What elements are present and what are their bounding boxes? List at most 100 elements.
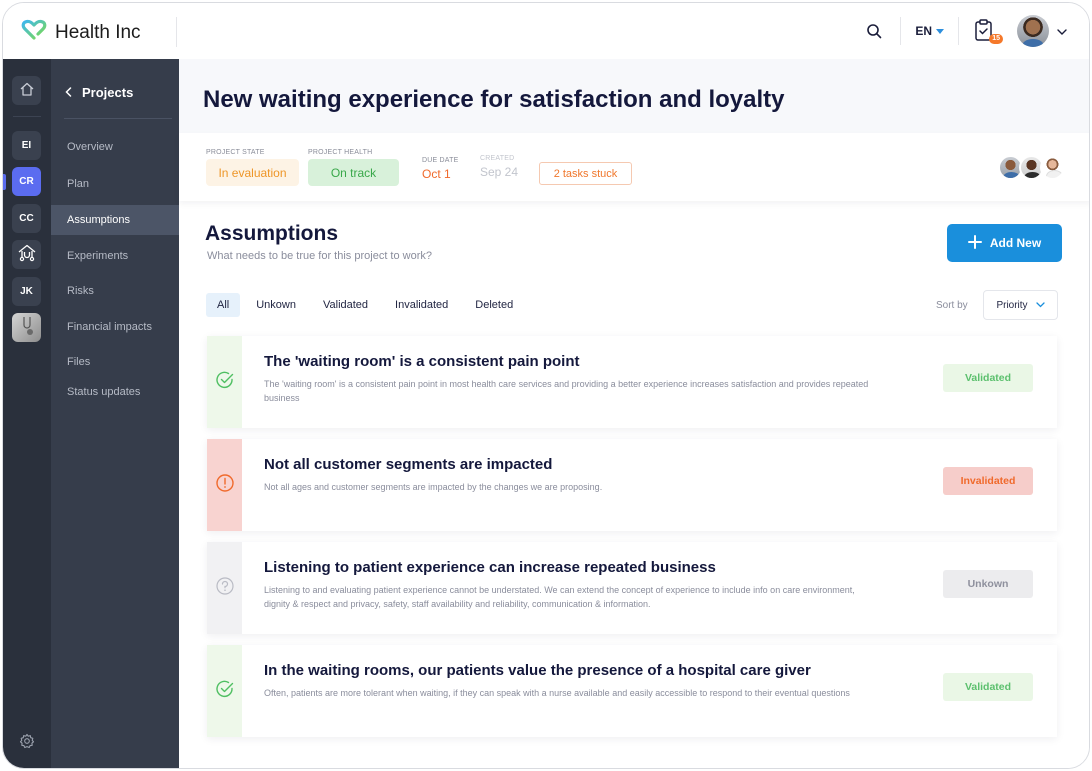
nav-item-experiments[interactable]: Experiments (51, 241, 179, 271)
card-body: In the waiting rooms, our patients value… (242, 645, 882, 737)
status-strip (207, 336, 242, 428)
workspace-label: CC (19, 213, 34, 224)
workspace-photo[interactable] (12, 313, 41, 342)
sort-label: Sort by (936, 300, 968, 311)
assumption-card[interactable]: In the waiting rooms, our patients value… (207, 645, 1057, 737)
tab-unknown[interactable]: Unkown (245, 293, 307, 317)
avatar (1040, 155, 1065, 180)
top-bar: Health Inc EN 15 (3, 3, 1089, 59)
tab-validated[interactable]: Validated (312, 293, 379, 317)
project-health-label: PROJECT HEALTH (308, 149, 373, 156)
divider (900, 17, 902, 45)
workspace-jk[interactable]: JK (12, 277, 41, 306)
card-body: Not all customer segments are impacted N… (242, 439, 882, 531)
assumption-card[interactable]: Listening to patient experience can incr… (207, 542, 1057, 634)
user-avatar[interactable] (1017, 15, 1049, 47)
assumption-card[interactable]: Not all customer segments are impacted N… (207, 439, 1057, 531)
language-selector[interactable]: EN (915, 24, 944, 38)
chevron-down-icon[interactable] (1057, 22, 1067, 40)
house-stethoscope-icon (17, 243, 37, 266)
due-date-value: Oct 1 (422, 167, 451, 181)
status-strip (207, 439, 242, 531)
top-right-controls: EN 15 (862, 15, 1067, 47)
team-avatars[interactable] (998, 155, 1065, 180)
project-state-label: PROJECT STATE (206, 149, 265, 156)
card-description: The 'waiting room' is a consistent pain … (264, 379, 869, 403)
project-state-badge[interactable]: In evaluation (206, 159, 299, 186)
brand-name: Health Inc (55, 21, 141, 43)
alert-circle-icon (215, 473, 235, 498)
sort-select[interactable]: Priority (983, 290, 1058, 320)
project-nav: Projects Overview Plan Assumptions Exper… (51, 59, 179, 768)
nav-item-plan[interactable]: Plan (51, 169, 179, 199)
workspace-cc[interactable]: CC (12, 204, 41, 233)
tasks-count-badge: 15 (989, 34, 1003, 44)
project-meta: PROJECT STATE In evaluation PROJECT HEAL… (179, 133, 1089, 201)
tab-all[interactable]: All (206, 293, 241, 317)
active-indicator (3, 174, 6, 190)
card-body: Listening to patient experience can incr… (242, 542, 882, 634)
card-description: Often, patients are more tolerant when w… (264, 688, 850, 698)
plus-icon (967, 234, 982, 252)
created-label: CREATED (480, 155, 515, 162)
nav-item-financial-impacts[interactable]: Financial impacts (51, 312, 179, 342)
nav-item-assumptions[interactable]: Assumptions (51, 205, 179, 235)
workspace-label: JK (20, 286, 33, 297)
page-title: New waiting experience for satisfaction … (203, 86, 785, 113)
card-description: Listening to and evaluating patient expe… (264, 585, 855, 609)
chevron-down-icon (1035, 300, 1045, 311)
tasks-button[interactable]: 15 (973, 18, 1003, 44)
status-badge[interactable]: Validated (943, 673, 1033, 701)
tasks-stuck-badge[interactable]: 2 tasks stuck (539, 162, 632, 185)
tab-deleted[interactable]: Deleted (464, 293, 524, 317)
main-content: New waiting experience for satisfaction … (179, 59, 1089, 768)
nav-item-status-updates[interactable]: Status updates (51, 377, 179, 407)
filter-tabs: All Unkown Validated Invalidated Deleted (206, 293, 529, 317)
title-band: New waiting experience for satisfaction … (179, 59, 1089, 133)
nav-item-files[interactable]: Files (51, 347, 179, 377)
check-circle-icon (215, 370, 235, 395)
projects-label: Projects (82, 85, 134, 100)
project-health-badge[interactable]: On track (308, 159, 399, 186)
assumption-card[interactable]: The 'waiting room' is a consistent pain … (207, 336, 1057, 428)
app-window: Health Inc EN 15 EI CR CC JK Projects Ov… (2, 2, 1090, 769)
tab-invalidated[interactable]: Invalidated (384, 293, 459, 317)
sort-value: Priority (996, 299, 1028, 311)
question-circle-icon (215, 576, 235, 601)
workspace-cr[interactable]: CR (12, 167, 41, 196)
brand[interactable]: Health Inc (21, 19, 141, 46)
card-body: The 'waiting room' is a consistent pain … (242, 336, 882, 428)
card-title: The 'waiting room' is a consistent pain … (264, 353, 580, 370)
workspace-ei[interactable]: EI (12, 131, 41, 160)
heart-icon (21, 19, 47, 46)
divider (176, 17, 177, 47)
search-icon[interactable] (862, 19, 886, 43)
card-title: Listening to patient experience can incr… (264, 559, 716, 576)
settings-button[interactable] (19, 733, 35, 754)
project-state: PROJECT STATE In evaluation (206, 149, 299, 186)
project-health: PROJECT HEALTH On track (308, 149, 399, 186)
add-new-button[interactable]: Add New (947, 224, 1062, 262)
divider (13, 116, 41, 117)
gear-icon (19, 733, 35, 753)
language-label: EN (915, 24, 932, 38)
add-new-label: Add New (989, 236, 1042, 250)
workspace-rail: EI CR CC JK (3, 59, 51, 768)
divider (64, 118, 172, 119)
workspace-label: CR (19, 176, 34, 187)
workspace-label: EI (21, 140, 32, 151)
chevron-left-icon (65, 85, 72, 100)
created-date: CREATED Sep 24 (480, 155, 518, 179)
home-icon (19, 81, 35, 100)
nav-item-overview[interactable]: Overview (51, 132, 179, 162)
status-badge[interactable]: Invalidated (943, 467, 1033, 495)
stethoscope-image (17, 315, 37, 340)
back-to-projects[interactable]: Projects (65, 85, 133, 100)
status-badge[interactable]: Unkown (943, 570, 1033, 598)
section-subtitle: What needs to be true for this project t… (207, 250, 433, 262)
workspace-clinic[interactable] (12, 240, 41, 269)
created-value: Sep 24 (480, 165, 519, 179)
home-button[interactable] (12, 76, 41, 105)
status-badge[interactable]: Validated (943, 364, 1033, 392)
nav-item-risks[interactable]: Risks (51, 276, 179, 306)
